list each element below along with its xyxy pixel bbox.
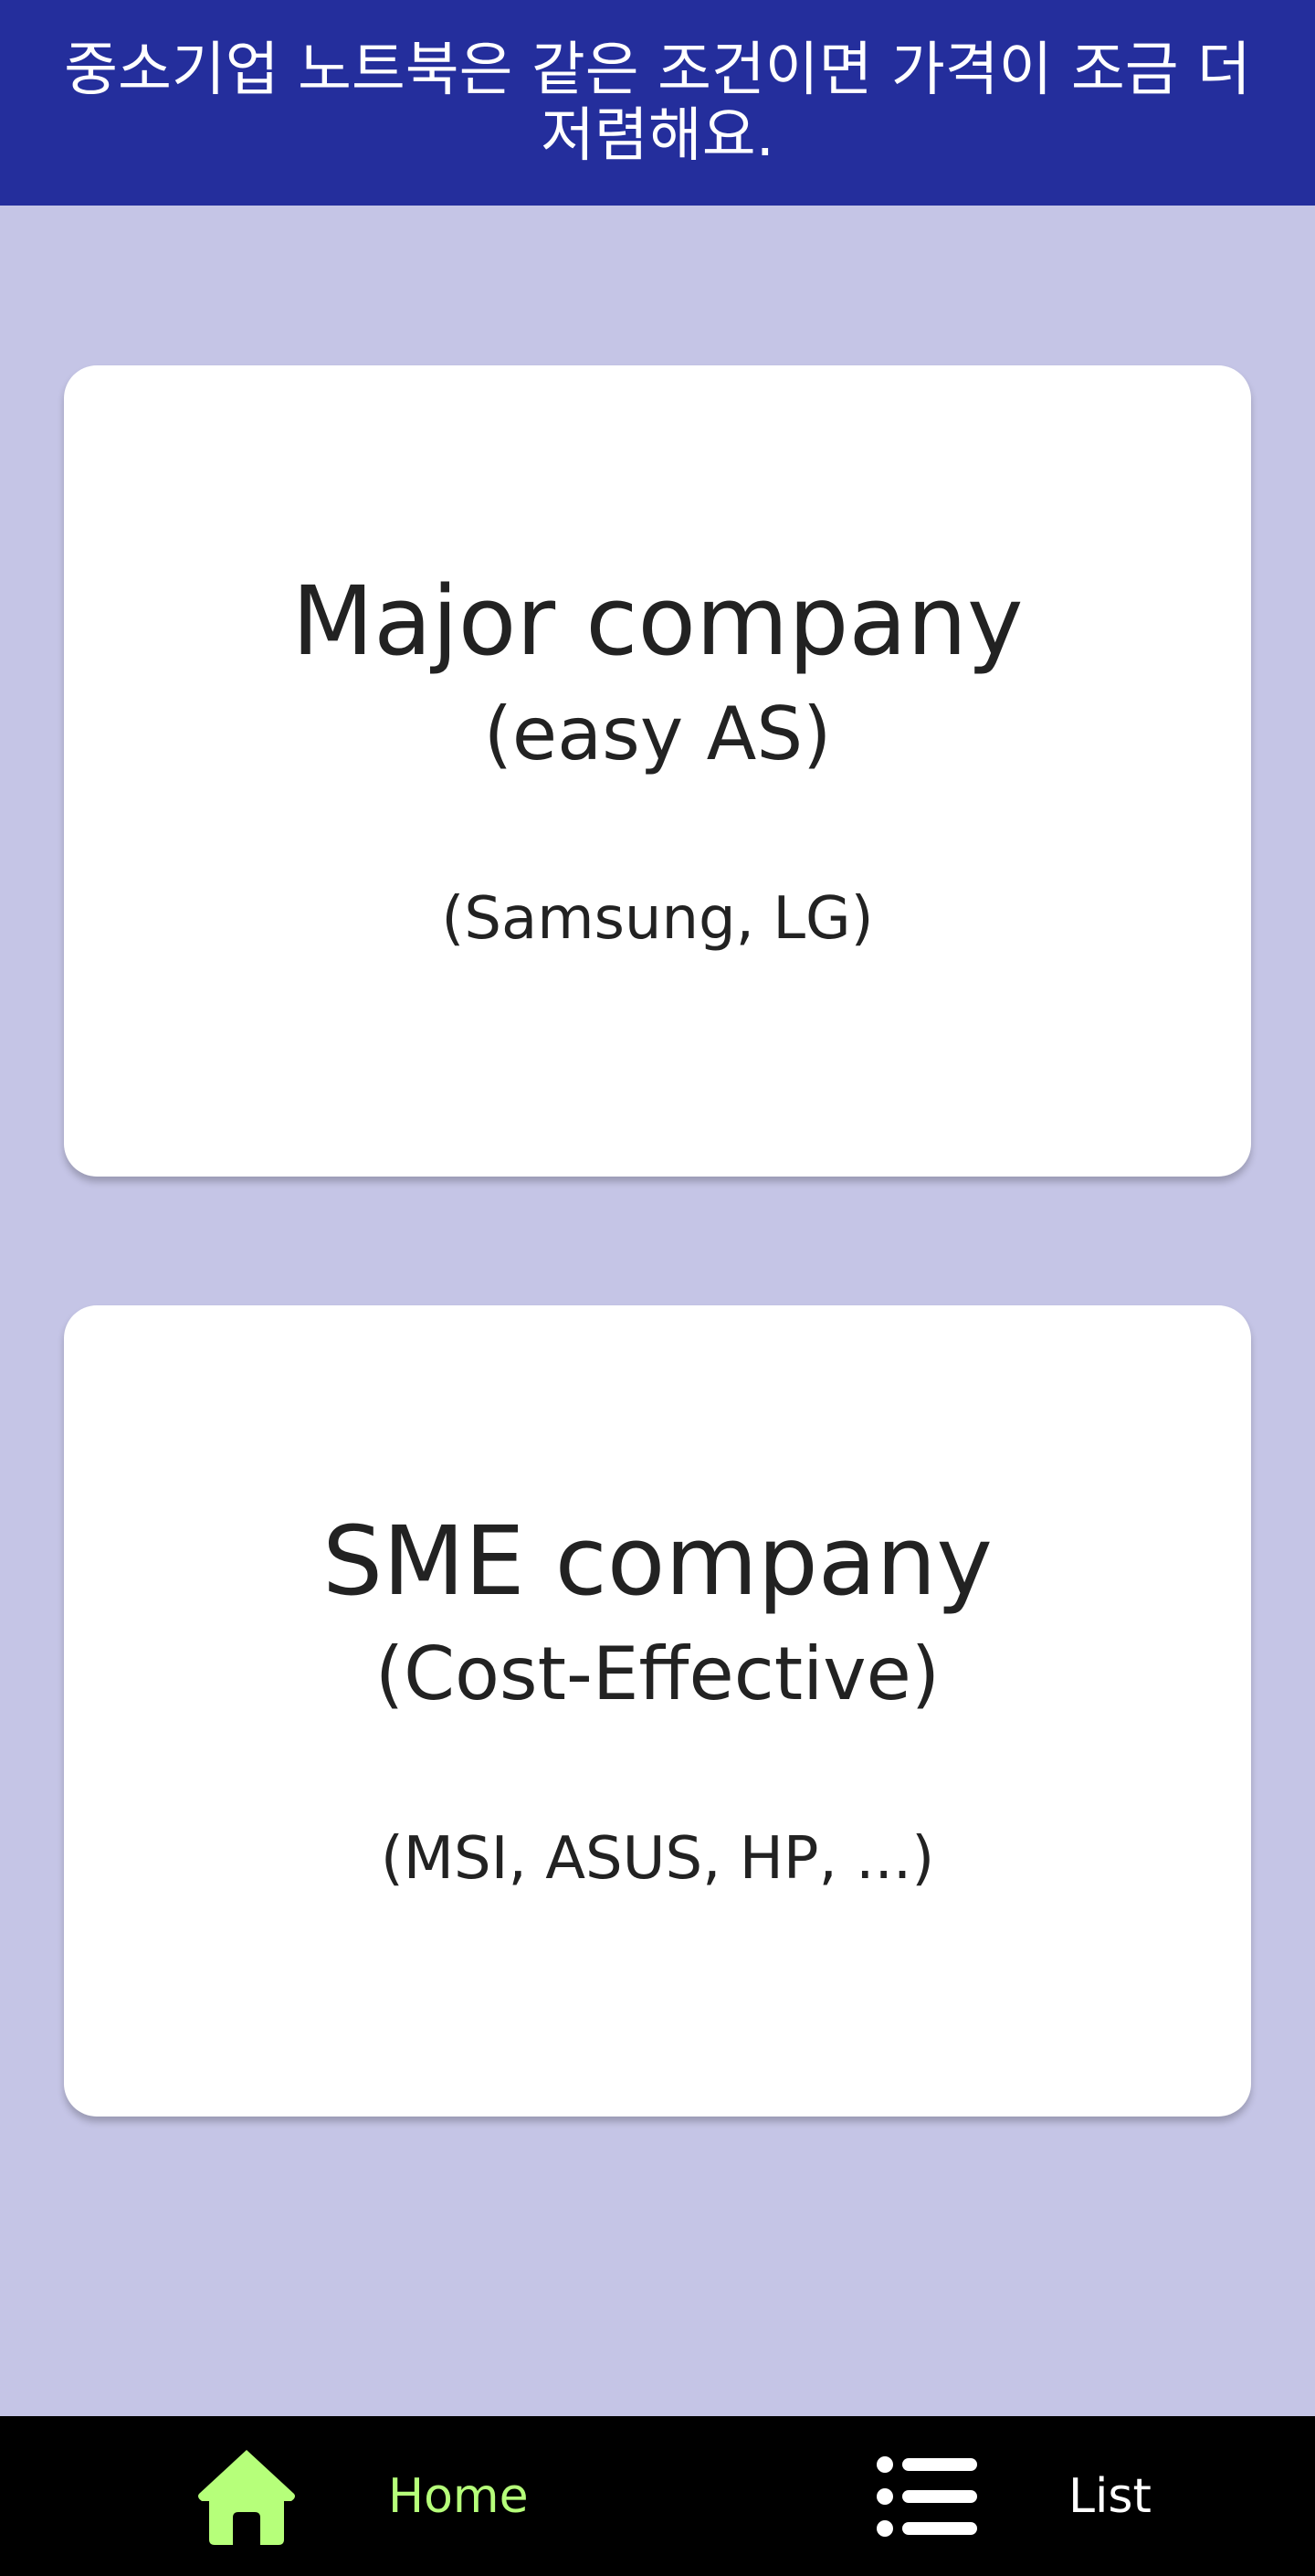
sme-company-card[interactable]: SME company (Cost-Effective) (MSI, ASUS,… bbox=[64, 1305, 1251, 2117]
card-title: Major company bbox=[291, 565, 1024, 677]
major-company-card[interactable]: Major company (easy AS) (Samsung, LG) bbox=[64, 365, 1251, 1177]
card-brands: (MSI, ASUS, HP, ...) bbox=[380, 1825, 935, 1893]
card-subtitle: (easy AS) bbox=[483, 692, 832, 776]
header-message: 중소기업 노트북은 같은 조건이면 가격이 조금 더 저렴해요. bbox=[64, 36, 1251, 170]
nav-list-label: List bbox=[1068, 2468, 1152, 2524]
header-banner: 중소기업 노트북은 같은 조건이면 가격이 조금 더 저렴해요. bbox=[0, 0, 1315, 206]
card-title: SME company bbox=[322, 1505, 993, 1617]
home-icon bbox=[196, 2446, 297, 2547]
list-icon bbox=[877, 2446, 977, 2547]
bottom-navigation: Home List bbox=[0, 2416, 1315, 2576]
card-brands: (Samsung, LG) bbox=[441, 885, 874, 953]
nav-home-label: Home bbox=[388, 2468, 529, 2524]
nav-home-button[interactable]: Home bbox=[196, 2416, 529, 2576]
card-subtitle: (Cost-Effective) bbox=[374, 1631, 941, 1716]
nav-list-button[interactable]: List bbox=[877, 2416, 1152, 2576]
